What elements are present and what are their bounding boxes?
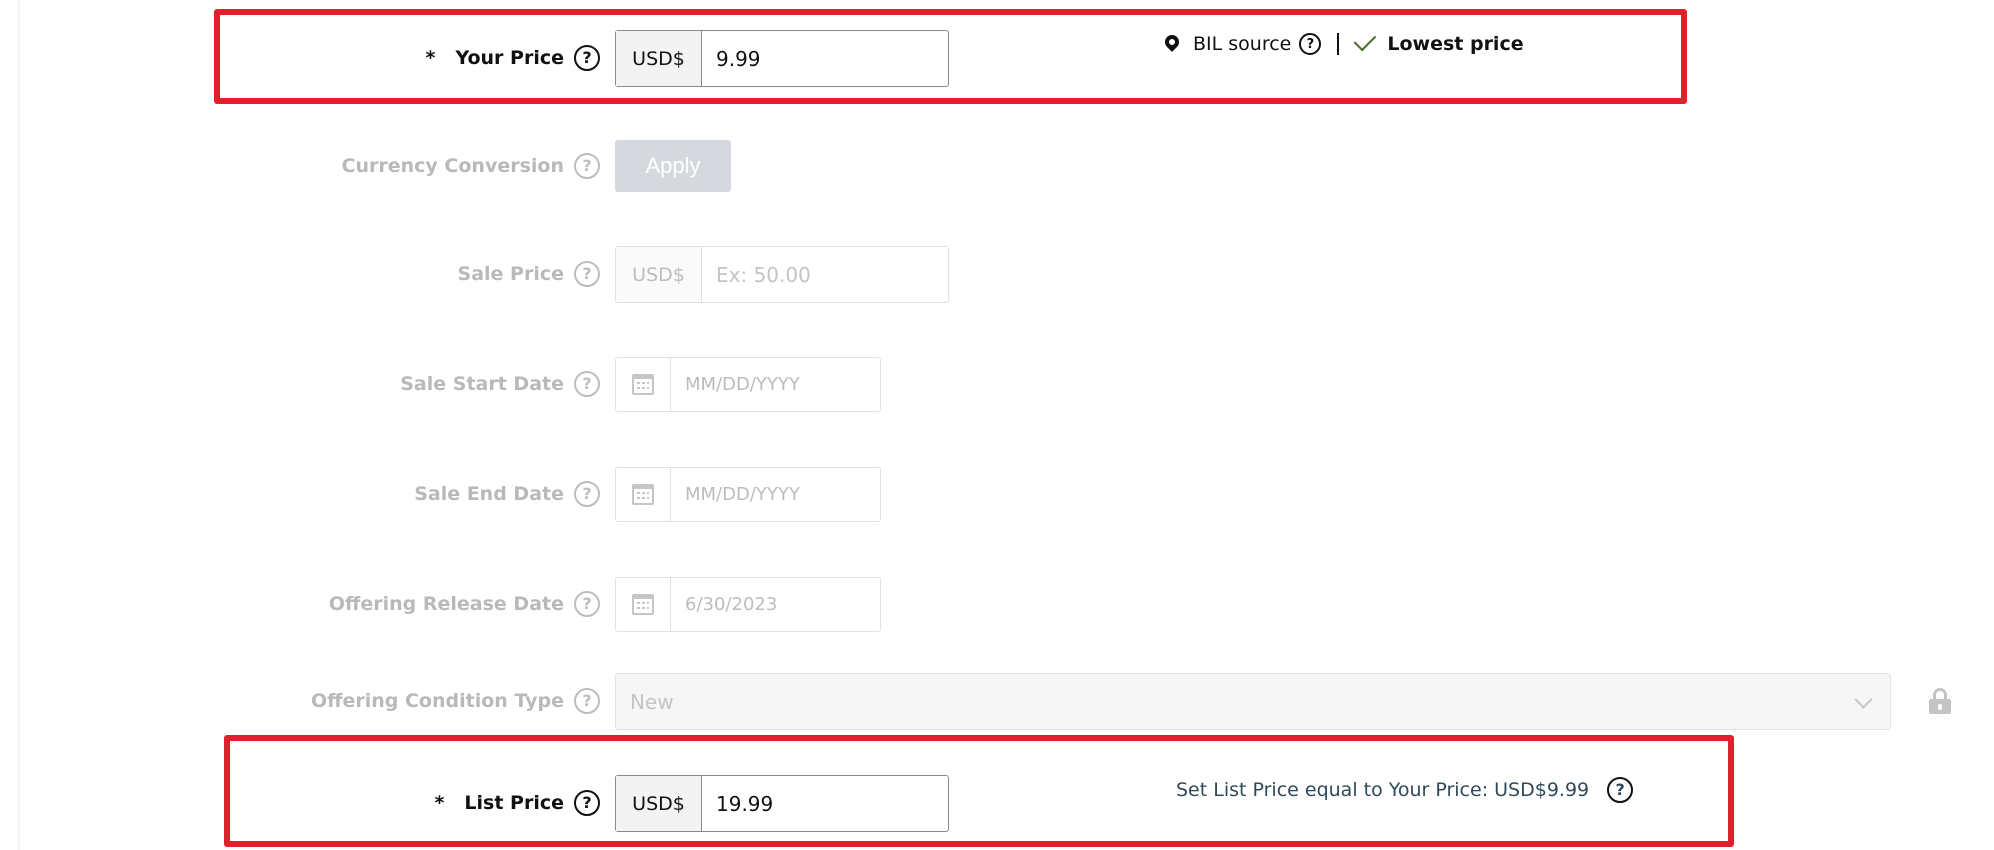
calendar-icon xyxy=(632,484,654,505)
help-icon[interactable]: ? xyxy=(574,153,600,179)
calendar-button[interactable] xyxy=(616,468,671,521)
sale-end-date-input[interactable]: MM/DD/YYYY xyxy=(615,467,881,522)
offering-condition-type-label: Offering Condition Type xyxy=(310,690,564,712)
sale-price-row: Sale Price ? USD$ Ex: 50.00 xyxy=(0,246,1994,303)
sale-price-label: Sale Price xyxy=(457,263,564,285)
sale-end-date-label-cell: Sale End Date ? xyxy=(414,481,600,507)
calendar-icon xyxy=(632,594,654,615)
help-icon[interactable]: ? xyxy=(574,481,600,507)
currency-conversion-row: Currency Conversion ? Apply xyxy=(0,140,1994,192)
sale-start-date-placeholder[interactable]: MM/DD/YYYY xyxy=(671,358,880,411)
offering-release-date-row: Offering Release Date ? 6/30/2023 xyxy=(0,577,1994,632)
highlight-box-your-price xyxy=(214,9,1687,104)
offering-condition-type-select[interactable]: New xyxy=(615,673,1891,730)
calendar-icon xyxy=(632,374,654,395)
sale-price-label-cell: Sale Price ? xyxy=(458,261,600,287)
sale-start-date-row: Sale Start Date ? MM/DD/YYYY xyxy=(0,357,1994,412)
offering-condition-type-selected: New xyxy=(630,689,674,714)
apply-button[interactable]: Apply xyxy=(615,140,731,192)
sale-end-date-label: Sale End Date xyxy=(414,483,564,505)
currency-conversion-label-cell: Currency Conversion ? xyxy=(342,153,600,179)
sale-start-date-label: Sale Start Date xyxy=(400,373,564,395)
offering-release-date-input[interactable]: 6/30/2023 xyxy=(615,577,881,632)
sale-end-date-placeholder[interactable]: MM/DD/YYYY xyxy=(671,468,880,521)
sale-start-date-input[interactable]: MM/DD/YYYY xyxy=(615,357,881,412)
help-icon[interactable]: ? xyxy=(574,688,600,714)
currency-prefix: USD$ xyxy=(616,247,702,302)
sale-end-date-row: Sale End Date ? MM/DD/YYYY xyxy=(0,467,1994,522)
lock-icon xyxy=(1929,688,1951,714)
offering-release-date-value[interactable]: 6/30/2023 xyxy=(671,578,880,631)
sale-start-date-label-cell: Sale Start Date ? xyxy=(400,371,600,397)
help-icon[interactable]: ? xyxy=(574,371,600,397)
offering-condition-type-row: Offering Condition Type ? New xyxy=(0,673,1994,730)
offering-release-date-label-cell: Offering Release Date ? xyxy=(329,591,600,617)
sale-price-placeholder[interactable]: Ex: 50.00 xyxy=(702,247,948,302)
calendar-button[interactable] xyxy=(616,578,671,631)
currency-conversion-label: Currency Conversion xyxy=(341,155,564,177)
sale-price-input[interactable]: USD$ Ex: 50.00 xyxy=(615,246,949,303)
chevron-down-icon xyxy=(1854,690,1873,709)
calendar-button[interactable] xyxy=(616,358,671,411)
offering-condition-type-label-cell: Offering Condition Type ? xyxy=(311,688,600,714)
help-icon[interactable]: ? xyxy=(574,261,600,287)
offering-release-date-label: Offering Release Date xyxy=(328,593,564,615)
highlight-box-list-price xyxy=(224,735,1734,847)
help-icon[interactable]: ? xyxy=(574,591,600,617)
